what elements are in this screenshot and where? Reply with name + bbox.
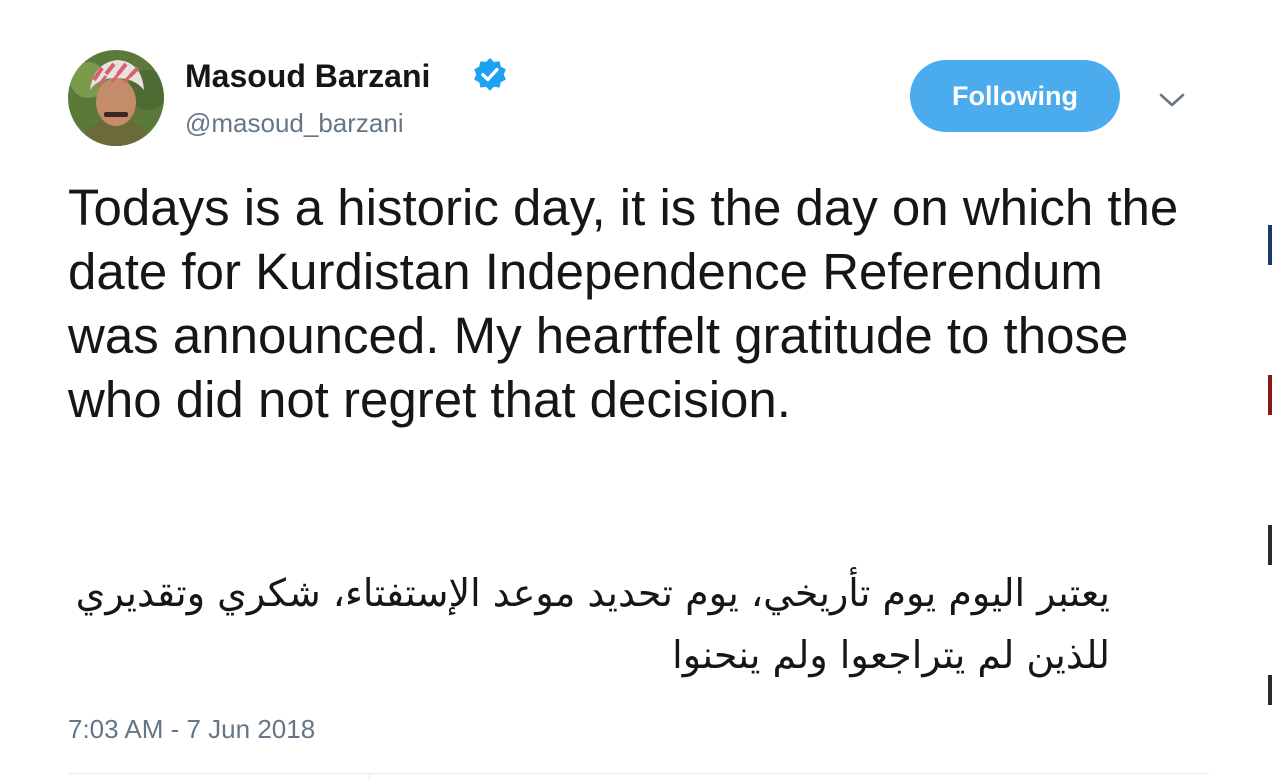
following-button[interactable]: Following — [910, 60, 1120, 132]
avatar-image — [68, 50, 164, 146]
divider — [68, 773, 1210, 774]
avatar[interactable] — [68, 50, 164, 146]
user-handle[interactable]: @masoud_barzani — [185, 108, 404, 139]
adjacent-panel-edge — [1266, 0, 1272, 781]
following-button-label: Following — [952, 80, 1078, 111]
tweet-timestamp[interactable]: 7:03 AM - 7 Jun 2018 — [68, 714, 315, 745]
divider-tick — [369, 773, 370, 781]
tweet-text-arabic: يعتبر اليوم يوم تأريخي، يوم تحديد موعد ا… — [75, 571, 1110, 677]
verified-badge-icon — [474, 58, 506, 91]
tweet-text: Todays is a historic day, it is the day … — [68, 179, 1179, 428]
tweet-card: Masoud Barzani @masoud_barzani Following… — [0, 0, 1272, 781]
display-name[interactable]: Masoud Barzani — [185, 58, 430, 95]
chevron-down-icon[interactable] — [1156, 84, 1188, 116]
